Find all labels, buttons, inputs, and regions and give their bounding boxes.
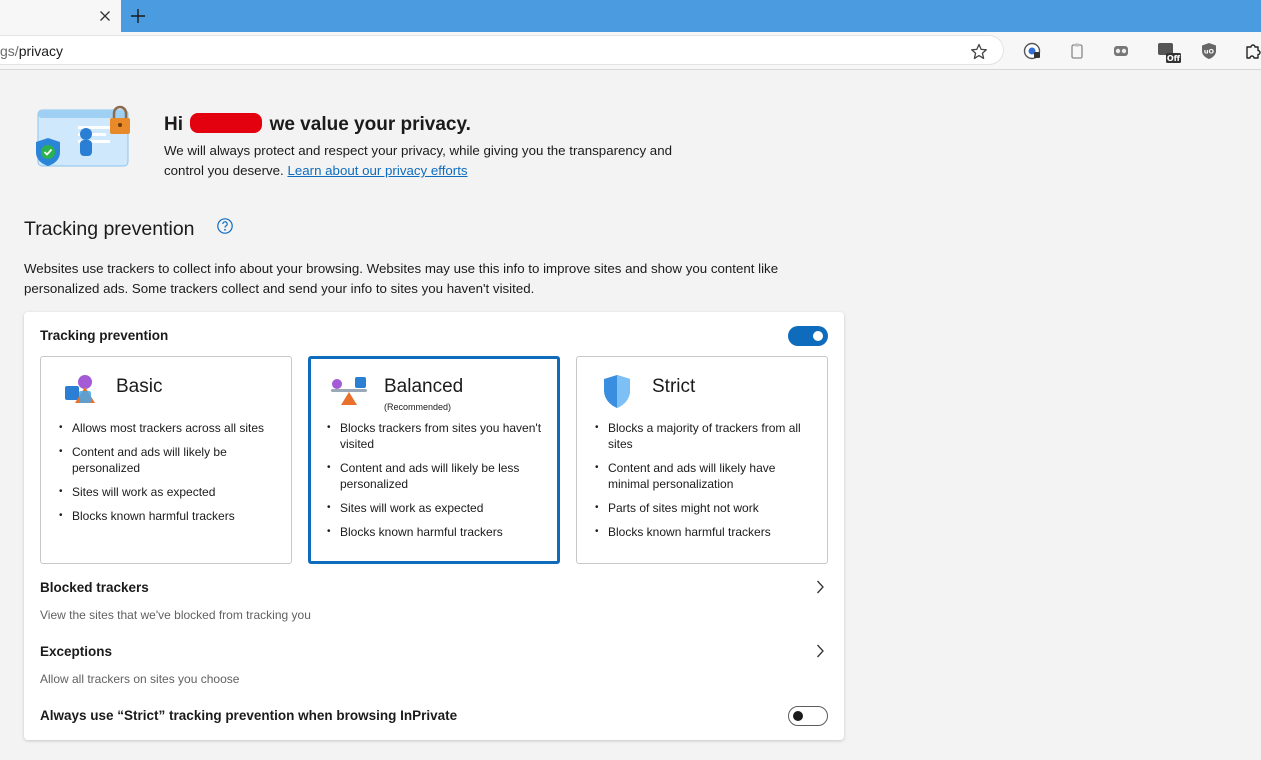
- close-icon[interactable]: [96, 7, 114, 25]
- toggle-knob: [793, 711, 803, 721]
- ublock-shield-icon[interactable]: uO: [1199, 41, 1219, 61]
- toggle-knob: [813, 331, 823, 341]
- option-title: Strict: [652, 376, 696, 397]
- privacy-efforts-link[interactable]: Learn about our privacy efforts: [287, 163, 467, 178]
- list-item: Blocks known harmful trackers: [57, 508, 283, 524]
- list-item: Content and ads will likely have minimal…: [593, 460, 819, 492]
- list-item: Content and ads will likely be less pers…: [325, 460, 551, 492]
- chevron-right-icon[interactable]: [814, 643, 826, 659]
- list-item: Parts of sites might not work: [593, 500, 819, 516]
- list-item: Blocks known harmful trackers: [593, 524, 819, 540]
- list-item: Blocks trackers from sites you haven't v…: [325, 420, 551, 452]
- option-title: Basic: [116, 376, 163, 397]
- tracking-prevention-heading: Tracking prevention: [40, 328, 169, 343]
- section-description: Websites use trackers to collect info ab…: [24, 261, 779, 296]
- list-item: Sites will work as expected: [57, 484, 283, 500]
- redacted-username: [190, 113, 263, 133]
- list-item: Blocks a majority of trackers from all s…: [593, 420, 819, 452]
- favorite-star-icon[interactable]: [969, 42, 989, 62]
- chevron-right-icon[interactable]: [814, 579, 826, 595]
- url-text: gs/privacy: [0, 43, 64, 59]
- option-balanced[interactable]: Balanced (Recommended) Blocks trackers f…: [308, 356, 560, 564]
- privacy-illustration-icon: [36, 105, 130, 167]
- new-tab-button[interactable]: [128, 6, 148, 26]
- tracking-prevention-card: Tracking prevention Basic Allows most tr…: [24, 312, 844, 740]
- option-title: Balanced: [384, 376, 464, 397]
- help-icon[interactable]: [216, 217, 234, 235]
- tab-strip: [0, 0, 1261, 32]
- active-tab[interactable]: [0, 0, 121, 32]
- list-item: Sites will work as expected: [325, 500, 551, 516]
- option-subtitle: (Recommended): [384, 402, 452, 412]
- section-title: Tracking prevention: [24, 218, 195, 240]
- blocked-trackers-subtitle: View the sites that we've blocked from t…: [40, 608, 311, 622]
- browser-toolbar: gs/privacy Off uO: [0, 32, 1261, 70]
- option-bullets: Blocks trackers from sites you haven't v…: [325, 420, 551, 548]
- clipboard-icon[interactable]: [1067, 41, 1087, 61]
- blocked-trackers-title: Blocked trackers: [40, 580, 149, 595]
- inprivate-strict-label: Always use “Strict” tracking prevention …: [40, 708, 458, 723]
- option-strict[interactable]: Strict Blocks a majority of trackers fro…: [576, 356, 828, 564]
- address-bar[interactable]: gs/privacy: [0, 35, 1004, 65]
- list-item: Blocks known harmful trackers: [325, 524, 551, 540]
- list-item: Allows most trackers across all sites: [57, 420, 283, 436]
- option-bullets: Blocks a majority of trackers from all s…: [593, 420, 819, 548]
- basic-shapes-icon: [65, 375, 95, 403]
- option-bullets: Allows most trackers across all sites Co…: [57, 420, 283, 532]
- exceptions-subtitle: Allow all trackers on sites you choose: [40, 672, 240, 686]
- glasses-extension-icon[interactable]: [1111, 41, 1131, 61]
- shield-icon: [604, 375, 630, 408]
- option-basic[interactable]: Basic Allows most trackers across all si…: [40, 356, 292, 564]
- hero-description: We will always protect and respect your …: [164, 143, 672, 178]
- list-item: Content and ads will likely be personali…: [57, 444, 283, 476]
- password-manager-icon[interactable]: [1022, 41, 1042, 61]
- off-badge: Off: [1167, 54, 1181, 63]
- svg-text:uO: uO: [1204, 48, 1215, 56]
- inprivate-strict-toggle[interactable]: [788, 706, 828, 726]
- tracking-prevention-toggle[interactable]: [788, 326, 828, 346]
- hero-title: Hi we value your privacy.: [164, 113, 471, 135]
- exceptions-title: Exceptions: [40, 644, 113, 659]
- off-extension-icon[interactable]: Off: [1157, 40, 1181, 64]
- extensions-puzzle-icon[interactable]: [1243, 41, 1261, 61]
- balance-scale-icon: [331, 377, 367, 405]
